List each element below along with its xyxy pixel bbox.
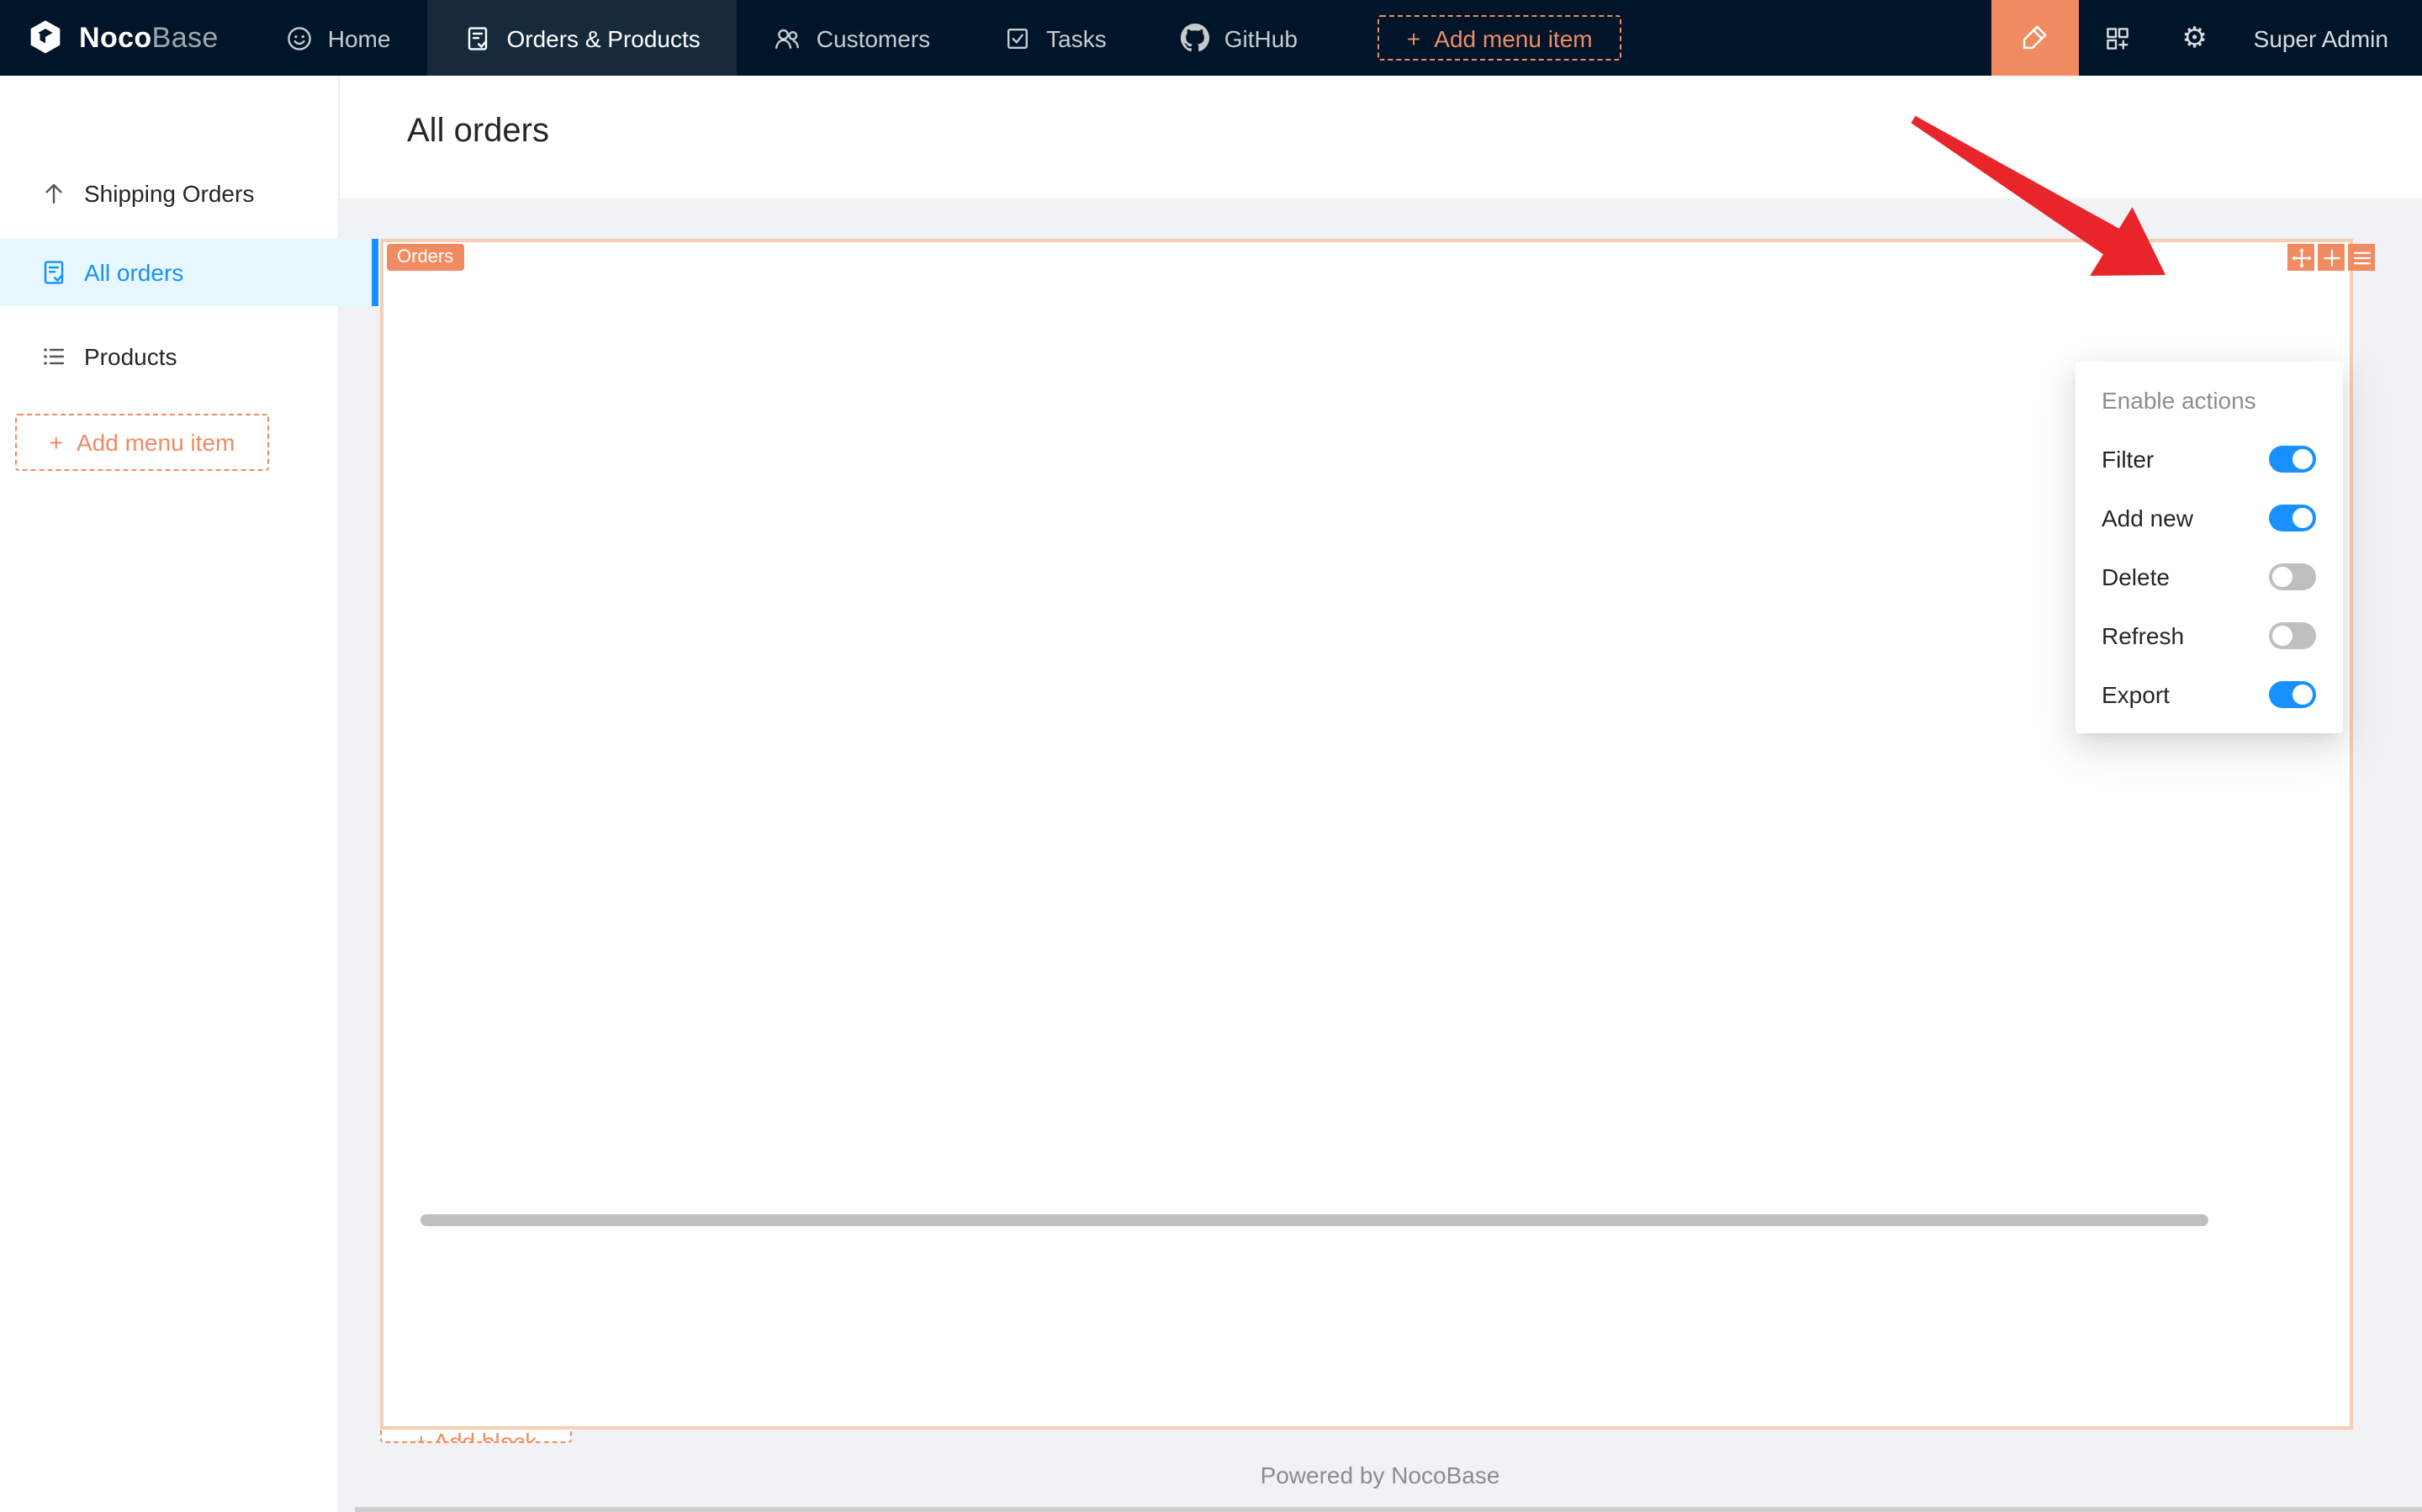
orders-block: [380, 238, 2352, 1430]
team-icon: [775, 24, 801, 51]
ui-editor-button[interactable]: [1991, 0, 2079, 76]
logo-text: NocoBase: [79, 21, 219, 55]
file-check-icon: [40, 258, 67, 285]
nav-item-label: Customers: [817, 24, 930, 51]
move-icon: [2290, 246, 2312, 268]
page-header: All orders: [338, 76, 2422, 198]
page-title: All orders: [407, 113, 549, 151]
check-square-icon: [1004, 24, 1031, 51]
nav-item-label: GitHub: [1224, 24, 1298, 51]
nav-item-label: Orders & Products: [506, 24, 700, 51]
action-label: Export: [2102, 680, 2170, 707]
enable-action-item-add-new[interactable]: Add new: [2075, 488, 2342, 547]
toggle-switch[interactable]: [2268, 680, 2315, 707]
github-icon: [1181, 24, 1209, 52]
toggle-switch[interactable]: [2268, 504, 2315, 531]
list-icon: [40, 342, 67, 369]
user-menu[interactable]: Super Admin: [2234, 24, 2422, 51]
block-menu-button[interactable]: [2348, 244, 2375, 271]
plus-icon: [2320, 246, 2342, 268]
menu-icon: [2351, 246, 2372, 268]
enable-action-item-delete[interactable]: Delete: [2075, 547, 2342, 605]
arrow-up-icon: [40, 180, 67, 207]
enable-action-item-export[interactable]: Export: [2075, 664, 2342, 723]
enable-action-item-filter[interactable]: Filter: [2075, 429, 2342, 488]
nav-item-label: Tasks: [1046, 24, 1107, 51]
smile-icon: [286, 24, 313, 51]
sidebar-add-menu-item-button[interactable]: + Add menu item: [15, 414, 269, 471]
nocobase-app: NocoBase Home Orders & Products Customers T…: [0, 0, 2422, 1512]
nav-item-tasks[interactable]: Tasks: [967, 0, 1144, 76]
plugin-manager-button[interactable]: [2079, 0, 2156, 76]
settings-button[interactable]: ⚙: [2156, 0, 2234, 76]
appstore-add-icon: [2104, 24, 2131, 51]
toggle-switch[interactable]: [2268, 621, 2315, 648]
add-block-label: Add block: [433, 1428, 537, 1442]
add-menu-item-label: Add menu item: [77, 429, 235, 456]
add-block-inline-button[interactable]: [2318, 244, 2345, 271]
enable-actions-dropdown: Enable actions Filter Add new Delete Ref…: [2075, 362, 2342, 733]
enable-action-item-refresh[interactable]: Refresh: [2075, 605, 2342, 664]
cube-logo-icon: [24, 16, 67, 60]
main-menu: Home Orders & Products Customers Tasks GitHu…: [249, 0, 1335, 76]
plus-icon: +: [1407, 24, 1420, 51]
plus-icon: +: [50, 429, 63, 456]
nav-item-home[interactable]: Home: [249, 0, 428, 76]
action-label: Refresh: [2102, 621, 2184, 648]
nav-item-label: Home: [328, 24, 391, 51]
nav-item-github[interactable]: GitHub: [1144, 0, 1335, 76]
sidebar: Shipping Orders All orders Products + Add …: [0, 76, 340, 1512]
bottom-edge-strip: [355, 1506, 2422, 1512]
navbar-add-menu-item-button[interactable]: + Add menu item: [1378, 15, 1621, 61]
nocobase-logo[interactable]: NocoBase: [0, 0, 249, 76]
navbar-right: ⚙ Super Admin: [1991, 0, 2422, 76]
horizontal-scrollbar-thumb[interactable]: [420, 1213, 2208, 1226]
dropdown-group-title: Enable actions: [2075, 372, 2342, 429]
block-designer-toolbar: [2287, 244, 2375, 271]
action-label: Filter: [2102, 445, 2154, 472]
sidebar-item-label: Shipping Orders: [84, 180, 254, 207]
nav-item-orders-products[interactable]: Orders & Products: [427, 0, 737, 76]
toggle-switch[interactable]: [2268, 445, 2315, 472]
drag-handle-button[interactable]: [2287, 244, 2314, 271]
gear-icon: ⚙: [2181, 24, 2208, 52]
plus-icon: +: [415, 1428, 434, 1442]
action-label: Add new: [2102, 504, 2193, 531]
nav-item-customers[interactable]: Customers: [738, 0, 967, 76]
top-navbar: NocoBase Home Orders & Products Customers T…: [0, 0, 2422, 76]
sidebar-item-label: All orders: [84, 258, 183, 285]
powered-by-footer: Powered by NocoBase: [338, 1462, 2422, 1488]
sidebar-item-label: Products: [84, 342, 177, 369]
toggle-switch[interactable]: [2268, 563, 2315, 589]
sidebar-item-shipping-orders[interactable]: Shipping Orders: [0, 160, 378, 227]
pen-icon: [2021, 24, 2049, 52]
sidebar-item-all-orders[interactable]: All orders: [0, 238, 378, 305]
block-collection-tag: Orders: [387, 243, 463, 270]
sidebar-item-products[interactable]: Products: [0, 322, 378, 389]
add-menu-item-label: Add menu item: [1434, 24, 1592, 51]
action-label: Delete: [2102, 563, 2170, 589]
form-icon: [464, 24, 491, 51]
